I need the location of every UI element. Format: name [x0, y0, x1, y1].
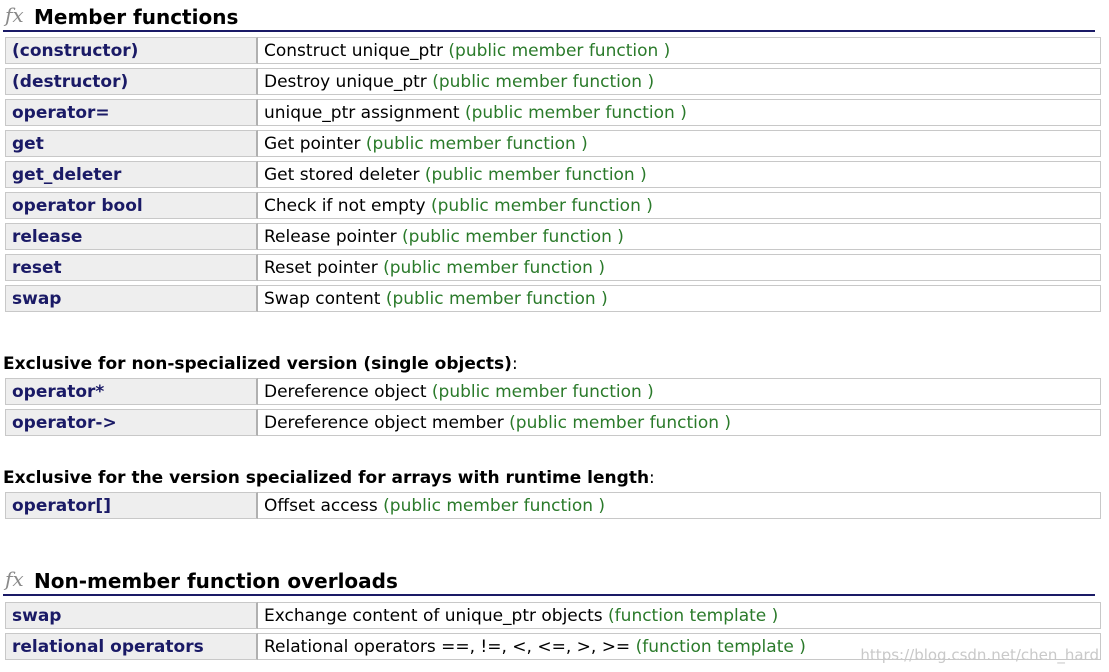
description-text: Construct unique_ptr	[264, 40, 443, 61]
fx-function-icon: fx	[5, 567, 24, 591]
description-text: Check if not empty	[264, 195, 426, 216]
table-row: operator= unique_ptr assignment (public …	[5, 99, 1101, 126]
function-link[interactable]: get	[5, 130, 258, 157]
description-text: unique_ptr assignment	[264, 102, 460, 123]
description-text: Swap content	[264, 288, 381, 309]
watermark: https://blog.csdn.net/chen_hard	[860, 646, 1099, 664]
table-row: operator bool Check if not empty (public…	[5, 192, 1101, 219]
function-description: Get pointer (public member function )	[258, 130, 1101, 157]
heading-colon: :	[649, 468, 655, 488]
function-link[interactable]: operator bool	[5, 192, 258, 219]
table-row: release Release pointer (public member f…	[5, 223, 1101, 250]
subsection-heading: Exclusive for non-specialized version (s…	[3, 354, 518, 374]
description-text: Release pointer	[264, 226, 397, 247]
section-title: Member functions	[34, 5, 239, 29]
description-text: Get stored deleter	[264, 164, 420, 185]
function-description: Release pointer (public member function …	[258, 223, 1101, 250]
function-link[interactable]: swap	[5, 602, 258, 629]
table-row: operator-> Dereference object member (pu…	[5, 409, 1101, 436]
function-kind: (public member function )	[464, 102, 687, 123]
section-header-non-member-functions: fx Non-member function overloads	[3, 564, 1095, 596]
function-link[interactable]: release	[5, 223, 258, 250]
function-kind: (function template )	[608, 605, 779, 626]
table-row: (destructor) Destroy unique_ptr (public …	[5, 68, 1101, 95]
function-link[interactable]: (destructor)	[5, 68, 258, 95]
section-header-member-functions: fx Member functions	[3, 0, 1095, 32]
table-row: operator* Dereference object (public mem…	[5, 378, 1101, 405]
function-kind: (public member function )	[424, 164, 647, 185]
single-object-functions-table: operator* Dereference object (public mem…	[5, 374, 1101, 440]
function-kind: (public member function )	[448, 40, 671, 61]
function-link[interactable]: (constructor)	[5, 37, 258, 64]
description-text: Reset pointer	[264, 257, 378, 278]
function-link[interactable]: operator->	[5, 409, 258, 436]
description-text: Relational operators ==, !=, <, <=, >, >…	[264, 636, 631, 657]
function-kind: (public member function )	[383, 495, 606, 516]
function-link[interactable]: relational operators	[5, 633, 258, 660]
member-functions-table: (constructor) Construct unique_ptr (publ…	[5, 33, 1101, 316]
table-row: get Get pointer (public member function …	[5, 130, 1101, 157]
function-description: Swap content (public member function )	[258, 285, 1101, 312]
description-text: Offset access	[264, 495, 378, 516]
table-row: (constructor) Construct unique_ptr (publ…	[5, 37, 1101, 64]
function-kind: (function template )	[635, 636, 806, 657]
function-link[interactable]: swap	[5, 285, 258, 312]
function-description: Destroy unique_ptr (public member functi…	[258, 68, 1101, 95]
function-kind: (public member function )	[431, 381, 654, 402]
description-text: Get pointer	[264, 133, 361, 154]
table-row: swap Exchange content of unique_ptr obje…	[5, 602, 1101, 629]
function-link[interactable]: operator[]	[5, 492, 258, 519]
function-link[interactable]: reset	[5, 254, 258, 281]
subsection-heading-text: Exclusive for the version specialized fo…	[3, 468, 650, 488]
function-kind: (public member function )	[431, 195, 653, 216]
function-description: Offset access (public member function )	[258, 492, 1101, 519]
table-row: swap Swap content (public member functio…	[5, 285, 1101, 312]
function-description: Get stored deleter (public member functi…	[258, 161, 1101, 188]
subsection-heading-text: Exclusive for non-specialized version (s…	[3, 354, 512, 374]
function-description: Construct unique_ptr (public member func…	[258, 37, 1101, 64]
function-kind: (public member function )	[365, 133, 588, 154]
function-kind: (public member function )	[383, 257, 605, 278]
function-description: Check if not empty (public member functi…	[258, 192, 1101, 219]
section-title: Non-member function overloads	[34, 569, 398, 593]
description-text: Destroy unique_ptr	[264, 71, 427, 92]
function-kind: (public member function )	[385, 288, 608, 309]
table-row: reset Reset pointer (public member funct…	[5, 254, 1101, 281]
function-description: unique_ptr assignment (public member fun…	[258, 99, 1101, 126]
description-text: Exchange content of unique_ptr objects	[264, 605, 603, 626]
fx-function-icon: fx	[5, 3, 24, 27]
table-row: operator[] Offset access (public member …	[5, 492, 1101, 519]
function-kind: (public member function )	[509, 412, 732, 433]
function-description: Reset pointer (public member function )	[258, 254, 1101, 281]
function-link[interactable]: operator=	[5, 99, 258, 126]
subsection-heading: Exclusive for the version specialized fo…	[3, 468, 655, 488]
function-link[interactable]: get_deleter	[5, 161, 258, 188]
table-row: get_deleter Get stored deleter (public m…	[5, 161, 1101, 188]
function-link[interactable]: operator*	[5, 378, 258, 405]
heading-colon: :	[511, 354, 518, 374]
function-description: Dereference object member (public member…	[258, 409, 1101, 436]
function-kind: (public member function )	[432, 71, 655, 92]
array-functions-table: operator[] Offset access (public member …	[5, 488, 1101, 523]
description-text: Dereference object member	[264, 412, 504, 433]
function-kind: (public member function )	[402, 226, 624, 247]
function-description: Dereference object (public member functi…	[258, 378, 1101, 405]
function-description: Exchange content of unique_ptr objects (…	[258, 602, 1101, 629]
description-text: Dereference object	[264, 381, 427, 402]
